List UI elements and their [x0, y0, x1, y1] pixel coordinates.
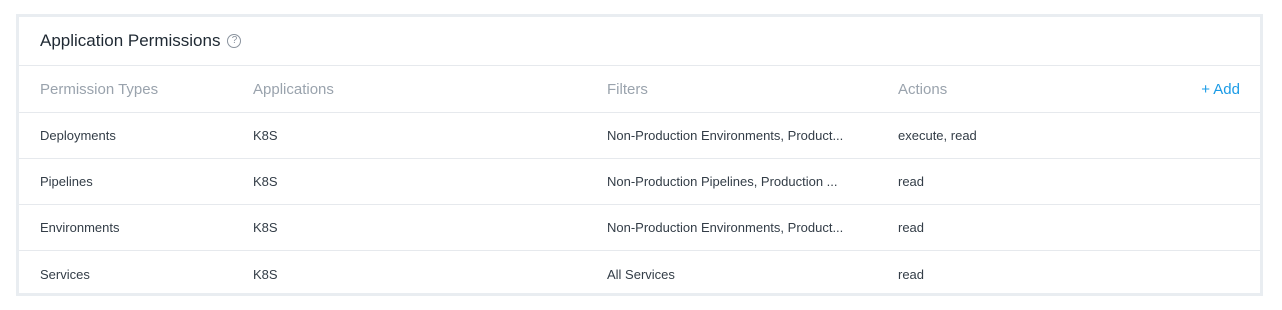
header-actions: Actions [898, 80, 948, 98]
cell-actions: read [898, 220, 925, 235]
table-row[interactable]: Services K8S All Services read [19, 251, 1260, 297]
cell-applications: K8S [253, 174, 278, 189]
cell-filters: All Services [607, 266, 675, 282]
cell-actions: execute, read [898, 128, 977, 143]
panel-title: Application Permissions [40, 31, 221, 50]
cell-permission-type: Services [40, 266, 90, 282]
permissions-card: Application Permissions ? Permission Typ… [19, 17, 1260, 293]
table-header-row: Permission Types Applications Filters Ac… [19, 66, 1260, 113]
header-applications: Applications [253, 80, 334, 98]
table-row[interactable]: Environments K8S Non-Production Environm… [19, 205, 1260, 251]
header-filters: Filters [607, 80, 648, 98]
permissions-panel-frame: Application Permissions ? Permission Typ… [16, 14, 1263, 296]
cell-filters: Non-Production Pipelines, Production ... [607, 174, 838, 189]
table-row[interactable]: Deployments K8S Non-Production Environme… [19, 113, 1260, 159]
cell-permission-type: Deployments [40, 128, 116, 143]
cell-applications: K8S [253, 220, 278, 235]
cell-applications: K8S [253, 266, 278, 282]
cell-filters: Non-Production Environments, Product... [607, 220, 844, 235]
cell-permission-type: Environments [40, 220, 120, 235]
header-permission-types: Permission Types [40, 80, 159, 98]
add-permission-button[interactable]: + Add [1201, 66, 1240, 112]
card-header: Application Permissions ? [19, 17, 1260, 66]
help-icon[interactable]: ? [227, 34, 242, 48]
cell-applications: K8S [253, 128, 278, 143]
cell-actions: read [898, 174, 925, 189]
cell-actions: read [898, 266, 925, 282]
cell-permission-type: Pipelines [40, 174, 93, 189]
table-row[interactable]: Pipelines K8S Non-Production Pipelines, … [19, 159, 1260, 205]
cell-filters: Non-Production Environments, Product... [607, 128, 844, 143]
